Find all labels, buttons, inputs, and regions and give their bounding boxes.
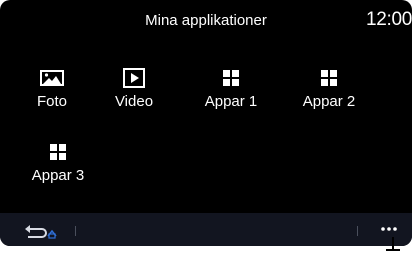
separator bbox=[75, 226, 76, 236]
app-foto[interactable]: Foto bbox=[12, 67, 92, 110]
video-play-icon bbox=[123, 68, 145, 88]
app-label: Foto bbox=[36, 93, 67, 110]
app-appar-1[interactable]: Appar 1 bbox=[191, 67, 271, 110]
pointer-icon bbox=[384, 237, 402, 254]
app-label: Video bbox=[114, 93, 154, 110]
app-appar-3[interactable]: Appar 3 bbox=[18, 141, 98, 184]
app-appar-2[interactable]: Appar 2 bbox=[289, 67, 369, 110]
page-title: Mina applikationer bbox=[145, 12, 267, 29]
clock: 12:00 bbox=[365, 9, 412, 30]
photo-icon bbox=[40, 70, 64, 86]
app-video[interactable]: Video bbox=[94, 67, 174, 110]
separator bbox=[357, 226, 358, 236]
app-grid-icon bbox=[50, 144, 66, 160]
app-grid-icon bbox=[223, 70, 239, 86]
app-screen: Mina applikationer 12:00 Foto Video Appa… bbox=[0, 0, 412, 246]
top-bar: Mina applikationer 12:00 bbox=[0, 0, 412, 40]
bottom-bar bbox=[0, 213, 412, 246]
app-label: Appar 3 bbox=[31, 167, 85, 184]
back-arrow-icon bbox=[25, 225, 57, 239]
back-button[interactable] bbox=[24, 222, 66, 240]
app-label: Appar 1 bbox=[204, 93, 258, 110]
app-label: Appar 2 bbox=[302, 93, 356, 110]
app-grid-icon bbox=[321, 70, 337, 86]
